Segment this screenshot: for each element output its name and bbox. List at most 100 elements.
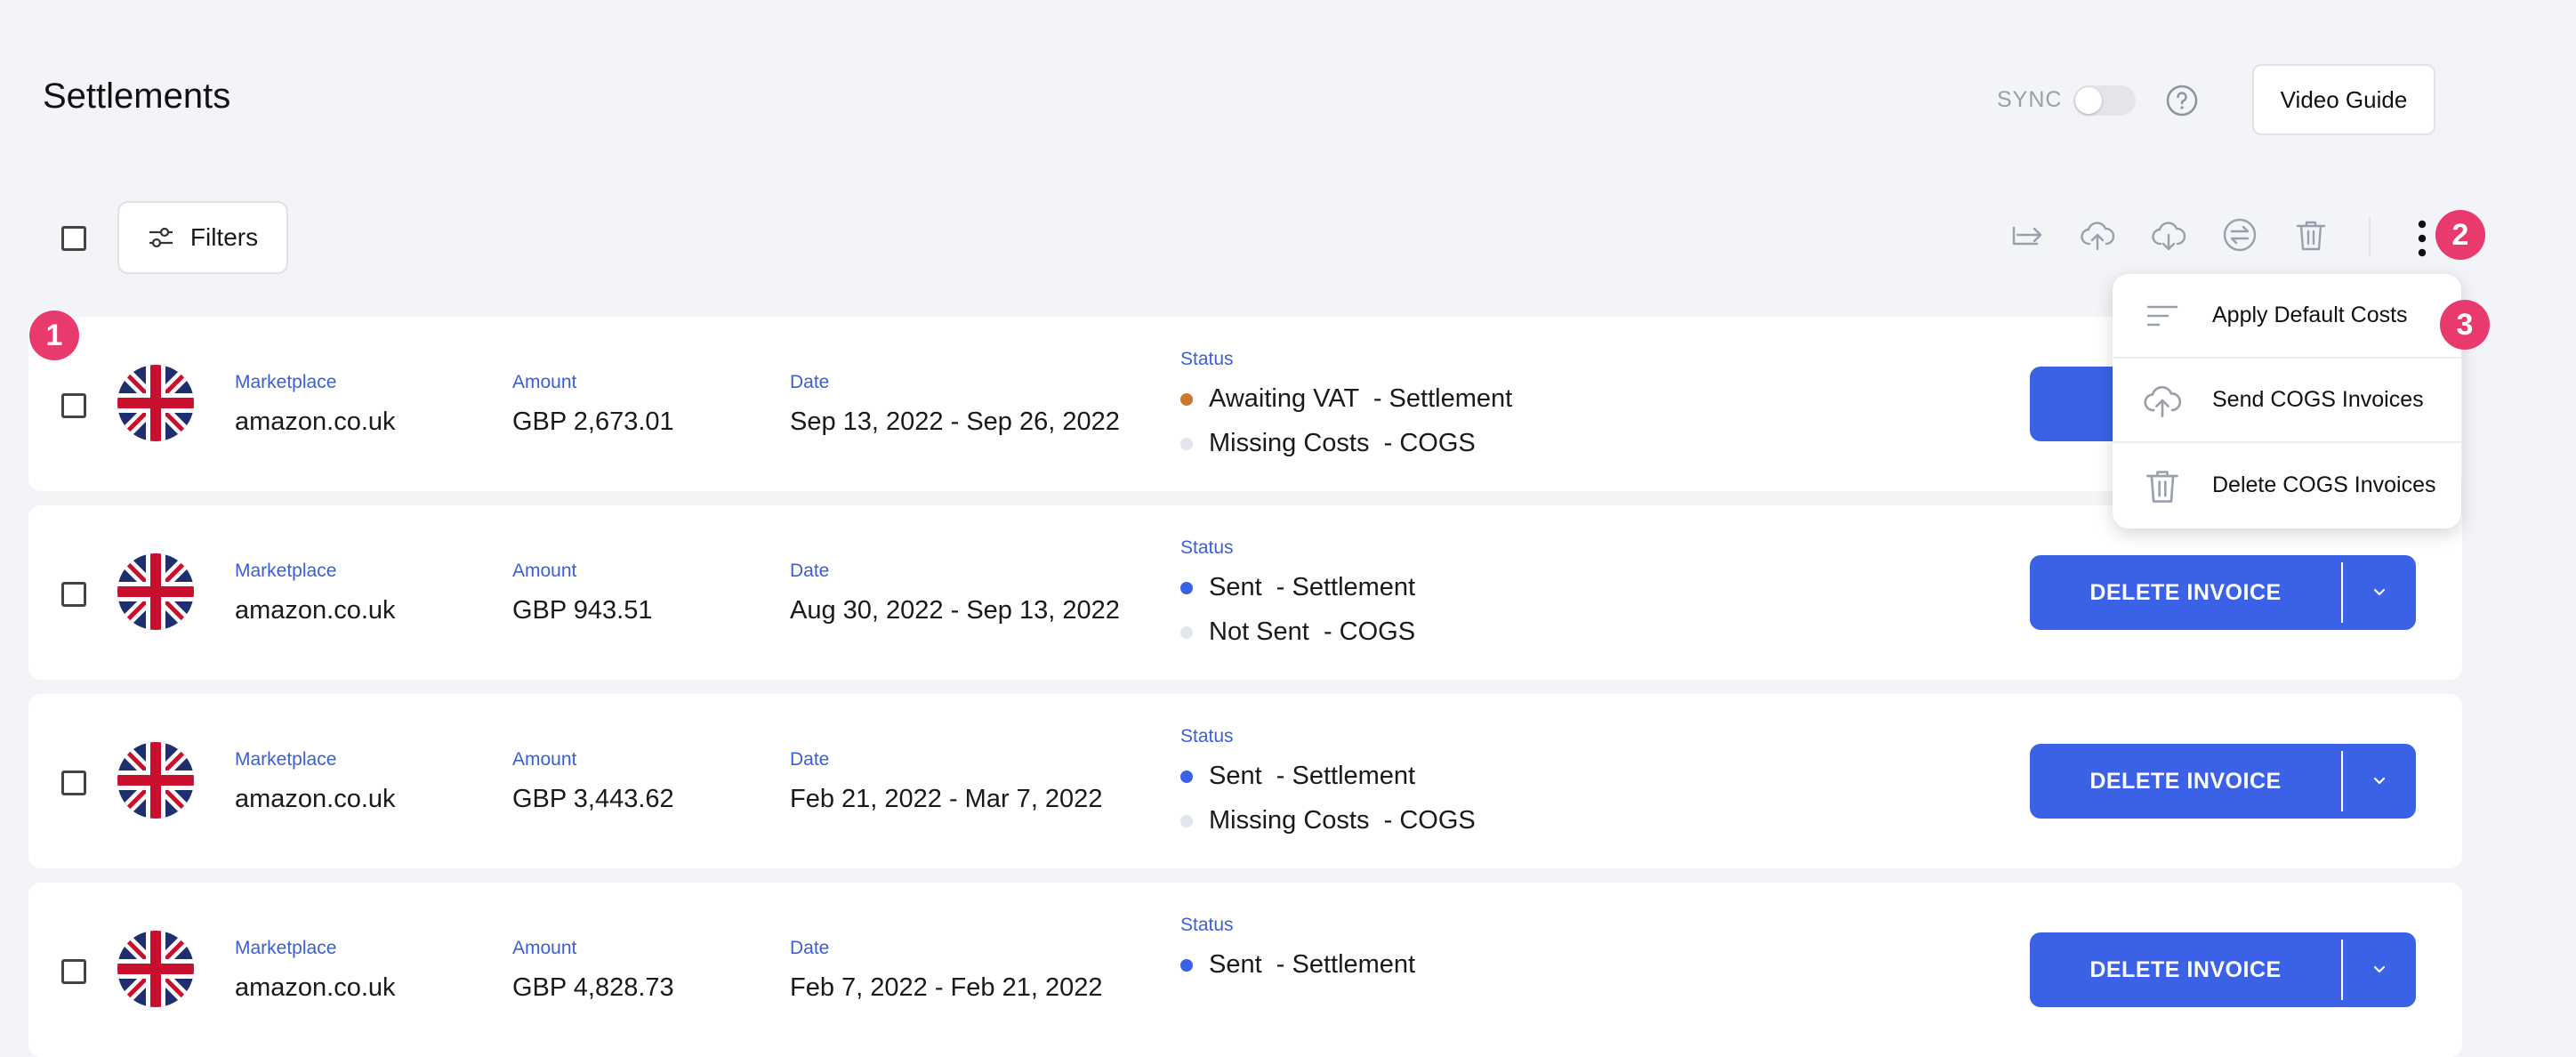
date-value: Sep 13, 2022 - Sep 26, 2022 [790,407,1120,436]
row-checkbox[interactable] [61,959,86,984]
status-dot [1180,814,1193,827]
sync-toggle[interactable] [2073,85,2136,116]
marketplace-value: amazon.co.uk [235,596,396,625]
marketplace-value: amazon.co.uk [235,973,396,1002]
status-dot [1180,958,1193,972]
menu-item-label: Apply Default Costs [2212,303,2408,327]
date-label: Date [790,372,830,392]
delete-invoice-button[interactable]: DELETE INVOICE [2030,932,2416,1007]
amount-label: Amount [512,561,577,581]
trash-icon[interactable] [2293,217,2329,253]
date-label: Date [790,749,830,770]
status-text: Not Sent - COGS [1209,617,1416,646]
menu-item-apply-default-costs[interactable]: Apply Default Costs [2113,274,2461,359]
annotation-badge-3: 3 [2440,300,2490,350]
cloud-download-icon[interactable] [2151,217,2186,253]
chevron-down-icon[interactable] [2343,932,2416,1007]
status-text: Missing Costs - COGS [1209,806,1476,835]
settlement-row[interactable]: Marketplace amazon.co.uk Amount GBP 3,44… [28,694,2462,868]
date-value: Aug 30, 2022 - Sep 13, 2022 [790,596,1120,625]
uk-flag-icon [117,365,194,441]
status-dot [1180,437,1193,450]
status-text: Sent - Settlement [1209,762,1416,790]
status-dot [1180,770,1193,783]
amount-value: GBP 4,828.73 [512,973,674,1002]
row-checkbox[interactable] [61,771,86,795]
settlement-row[interactable]: Marketplace amazon.co.uk Amount GBP 943.… [28,505,2462,680]
cloud-upload-icon [2144,385,2182,417]
uk-flag-icon [117,553,194,630]
date-value: Feb 7, 2022 - Feb 21, 2022 [790,973,1103,1002]
marketplace-label: Marketplace [235,749,337,770]
status-cogs: Missing Costs - COGS [1180,806,1476,835]
date-label: Date [790,561,830,581]
action-label: DELETE INVOICE [2089,768,2282,794]
marketplace-label: Marketplace [235,561,337,581]
chevron-down-icon[interactable] [2343,744,2416,819]
status-text: Sent - Settlement [1209,573,1416,601]
amount-label: Amount [512,938,577,958]
chevron-down-icon[interactable] [2343,555,2416,630]
delete-invoice-button[interactable]: DELETE INVOICE [2030,744,2416,819]
row-checkbox[interactable] [61,582,86,607]
cloud-upload-icon[interactable] [2080,217,2115,253]
marketplace-label: Marketplace [235,372,337,392]
uk-flag-icon [117,931,194,1007]
amount-value: GBP 3,443.62 [512,785,674,813]
status-settlement: Sent - Settlement [1180,762,1415,791]
status-dot [1180,581,1193,594]
row-checkbox[interactable] [61,393,86,418]
action-label: DELETE INVOICE [2089,956,2282,982]
marketplace-value: amazon.co.uk [235,785,396,813]
settlement-row[interactable]: Marketplace amazon.co.uk Amount GBP 4,82… [28,883,2462,1057]
swap-icon[interactable] [2222,217,2258,253]
status-settlement: Sent - Settlement [1180,573,1415,602]
status-label: Status [1180,349,1234,369]
trash-icon [2146,470,2178,503]
status-text: Awaiting VAT - Settlement [1209,384,1513,413]
settlement-row[interactable]: Marketplace amazon.co.uk Amount GBP 2,67… [28,317,2462,491]
status-cogs: Not Sent - COGS [1180,617,1415,647]
marketplace-value: amazon.co.uk [235,407,396,436]
status-label: Status [1180,726,1234,746]
help-icon[interactable] [2165,84,2199,117]
status-settlement: Sent - Settlement [1180,950,1415,980]
select-all-checkbox[interactable] [61,226,86,251]
status-text: Sent - Settlement [1209,950,1416,979]
status-text: Missing Costs - COGS [1209,429,1476,457]
toolbar-divider [2369,217,2371,256]
filters-button[interactable]: Filters [117,201,288,274]
status-label: Status [1180,537,1234,558]
menu-item-label: Send COGS Invoices [2212,387,2424,412]
toggle-knob[interactable] [2075,87,2102,114]
marketplace-label: Marketplace [235,938,337,958]
status-label: Status [1180,915,1234,935]
amount-value: GBP 943.51 [512,596,653,625]
delete-invoice-button[interactable]: DELETE INVOICE [2030,555,2416,630]
more-vertical-icon[interactable] [2416,219,2428,258]
status-cogs: Missing Costs - COGS [1180,429,1476,458]
date-value: Feb 21, 2022 - Mar 7, 2022 [790,785,1103,813]
sliders-icon [149,227,173,248]
amount-value: GBP 2,673.01 [512,407,674,436]
menu-item-delete-cogs-invoices[interactable]: Delete COGS Invoices [2113,443,2461,528]
annotation-badge-2: 2 [2435,210,2485,260]
status-settlement: Awaiting VAT - Settlement [1180,384,1512,414]
more-actions-menu: Apply Default Costs Send COGS Invoices D… [2113,274,2461,528]
status-dot [1180,625,1193,639]
sync-label: SYNC [1997,87,2063,112]
filters-label: Filters [189,223,259,251]
menu-item-send-cogs-invoices[interactable]: Send COGS Invoices [2113,359,2461,443]
status-dot [1180,392,1193,406]
uk-flag-icon [117,742,194,819]
forward-icon[interactable] [2008,217,2044,253]
date-label: Date [790,938,830,958]
action-label: DELETE INVOICE [2089,579,2282,605]
sort-lines-icon [2146,305,2178,326]
video-guide-button[interactable]: Video Guide [2252,64,2435,135]
menu-item-label: Delete COGS Invoices [2212,472,2436,497]
annotation-badge-1: 1 [29,311,79,360]
amount-label: Amount [512,749,577,770]
amount-label: Amount [512,372,577,392]
page-title: Settlements [43,77,231,116]
